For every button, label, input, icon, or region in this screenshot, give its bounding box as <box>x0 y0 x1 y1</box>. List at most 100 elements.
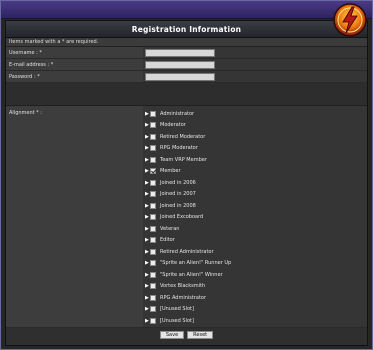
alignment-option[interactable]: ▶ Vortex Blacksmith <box>143 281 367 293</box>
alignment-checkbox[interactable] <box>150 271 156 278</box>
reset-button[interactable]: Reset <box>187 331 214 339</box>
triangle-right-icon: ▶ <box>145 237 149 244</box>
alignment-option[interactable]: ▶ RPG Administrator <box>143 292 367 304</box>
alignment-option-label: "Sprite an Alien!" Winner <box>160 271 223 278</box>
alignment-checkbox[interactable] <box>150 202 156 209</box>
alignment-option[interactable]: ▶ Joined Excoboard <box>143 212 367 224</box>
username-row: Username : * <box>6 47 367 59</box>
alignment-option-label: Vortex Blacksmith <box>160 283 206 290</box>
password-input[interactable] <box>145 73 215 81</box>
triangle-right-icon: ▶ <box>145 122 149 129</box>
page-title: Registration Information <box>131 24 242 34</box>
alignment-option-label: Retired Moderator <box>160 133 206 140</box>
username-input[interactable] <box>145 49 215 57</box>
required-note: Items marked with a * are required. <box>6 38 367 47</box>
top-band <box>1 1 372 19</box>
registration-page: Registration Information Items marked wi… <box>0 0 373 350</box>
alignment-option[interactable]: ▶ Team VRP Member <box>143 154 367 166</box>
lightning-bolt-icon <box>333 3 367 37</box>
alignment-option[interactable]: ▶ Member <box>143 166 367 178</box>
alignment-option-label: Retired Administrator <box>160 248 214 255</box>
alignment-checkbox[interactable] <box>150 145 156 152</box>
alignment-option-label: Joined Excoboard <box>160 214 204 221</box>
alignment-option-label: [Unused Slot] <box>160 306 194 313</box>
alignment-option-label: RPG Administrator <box>160 294 207 301</box>
alignment-checkbox[interactable] <box>150 168 156 175</box>
username-cell <box>143 47 367 58</box>
alignment-option-label: "Sprite an Alien!" Runner Up <box>160 260 232 267</box>
alignment-checkbox[interactable] <box>150 133 156 140</box>
alignment-option[interactable]: ▶ "Sprite an Alien!" Runner Up <box>143 258 367 270</box>
password-row: Password : * <box>6 71 367 83</box>
alignment-checkbox[interactable] <box>150 214 156 221</box>
alignment-option-label: [Unused Slot] <box>160 317 194 324</box>
triangle-right-icon: ▶ <box>145 191 149 198</box>
alignment-option[interactable]: ▶ Joined in 2007 <box>143 189 367 201</box>
triangle-right-icon: ▶ <box>145 271 149 278</box>
button-row: Save Reset <box>6 328 367 342</box>
alignment-option-label: Joined in 2006 <box>160 179 196 186</box>
triangle-right-icon: ▶ <box>145 110 149 117</box>
alignment-checkbox[interactable] <box>150 306 156 313</box>
email-input[interactable] <box>145 61 215 69</box>
triangle-right-icon: ▶ <box>145 306 149 313</box>
alignment-option[interactable]: ▶ [Unused Slot] <box>143 304 367 316</box>
alignment-option[interactable]: ▶ "Sprite an Alien!" Winner <box>143 269 367 281</box>
alignment-option-label: Administrator <box>160 110 195 117</box>
save-button[interactable]: Save <box>159 331 185 339</box>
triangle-right-icon: ▶ <box>145 179 149 186</box>
alignment-option[interactable]: ▶ Joined in 2008 <box>143 200 367 212</box>
alignment-label: Alignment * : <box>6 106 143 327</box>
alignment-checkbox[interactable] <box>150 156 156 163</box>
triangle-right-icon: ▶ <box>145 145 149 152</box>
alignment-option[interactable]: ▶ Joined in 2006 <box>143 177 367 189</box>
triangle-right-icon: ▶ <box>145 214 149 221</box>
alignment-option-label: Joined in 2007 <box>160 191 196 198</box>
alignment-option-label: Moderator <box>160 122 186 129</box>
alignment-option[interactable]: ▶ Retired Administrator <box>143 246 367 258</box>
alignment-checkbox[interactable] <box>150 248 156 255</box>
alignment-checkbox[interactable] <box>150 225 156 232</box>
alignment-checkbox[interactable] <box>150 122 156 129</box>
alignment-checkbox[interactable] <box>150 191 156 198</box>
alignment-checkbox[interactable] <box>150 179 156 186</box>
alignment-option-label: Editor <box>160 237 175 244</box>
triangle-right-icon: ▶ <box>145 202 149 209</box>
alignment-option-label: RPG Moderator <box>160 145 198 152</box>
triangle-right-icon: ▶ <box>145 294 149 301</box>
alignment-option[interactable]: ▶ Moderator <box>143 120 367 132</box>
alignment-option-label: Team VRP Member <box>160 156 207 163</box>
alignment-option-label: Veteran <box>160 225 180 232</box>
email-cell <box>143 59 367 70</box>
alignment-checkbox[interactable] <box>150 110 156 117</box>
username-label: Username : * <box>6 47 143 58</box>
email-label: E-mail address : * <box>6 59 143 70</box>
email-row: E-mail address : * <box>6 59 367 71</box>
alignment-option[interactable]: ▶ Administrator <box>143 108 367 120</box>
alignment-option[interactable]: ▶ Retired Moderator <box>143 131 367 143</box>
alignment-option[interactable]: ▶ Editor <box>143 235 367 247</box>
alignment-checkbox[interactable] <box>150 237 156 244</box>
alignment-checkbox[interactable] <box>150 317 156 324</box>
alignment-row: Alignment * : ▶ Administrator ▶ Moderator ▶ R… <box>6 106 367 328</box>
alignment-option-label: Joined in 2008 <box>160 202 196 209</box>
title-bar: Registration Information <box>5 20 368 38</box>
alignment-option[interactable]: ▶ RPG Moderator <box>143 143 367 155</box>
alignment-checkbox[interactable] <box>150 260 156 267</box>
alignment-option[interactable]: ▶ Veteran <box>143 223 367 235</box>
password-cell <box>143 71 367 82</box>
alignment-option[interactable]: ▶ [Unused Slot] <box>143 315 367 327</box>
triangle-right-icon: ▶ <box>145 248 149 255</box>
alignment-option-label: Member <box>160 168 181 175</box>
triangle-right-icon: ▶ <box>145 260 149 267</box>
alignment-options: ▶ Administrator ▶ Moderator ▶ Retired Moderat… <box>143 106 367 327</box>
triangle-right-icon: ▶ <box>145 133 149 140</box>
alignment-checkbox[interactable] <box>150 283 156 290</box>
triangle-right-icon: ▶ <box>145 225 149 232</box>
triangle-right-icon: ▶ <box>145 156 149 163</box>
alignment-checkbox[interactable] <box>150 294 156 301</box>
triangle-right-icon: ▶ <box>145 283 149 290</box>
triangle-right-icon: ▶ <box>145 317 149 324</box>
triangle-right-icon: ▶ <box>145 168 149 175</box>
registration-form: Items marked with a * are required. User… <box>5 38 368 346</box>
